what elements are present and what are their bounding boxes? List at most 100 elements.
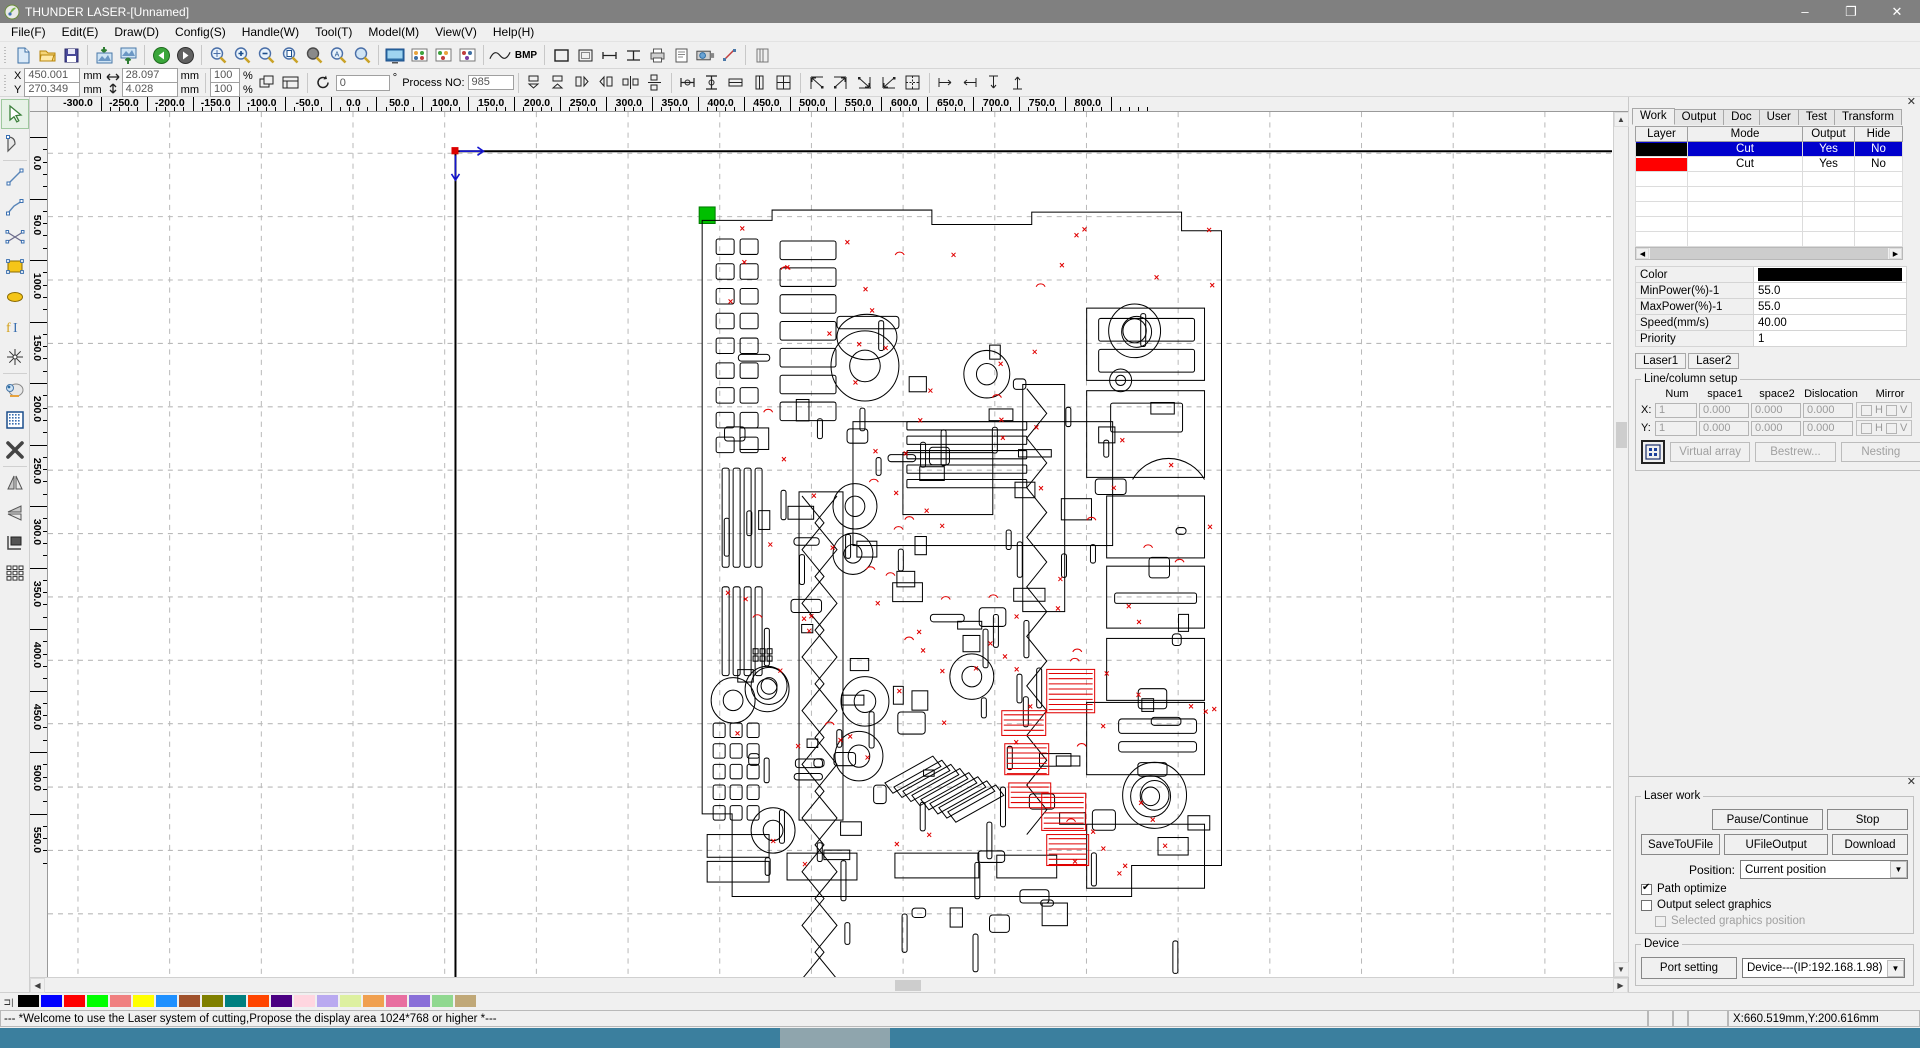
y-input[interactable]: 270.349 — [24, 82, 80, 97]
scroll-right-button[interactable]: ▶ — [1613, 978, 1628, 993]
vector-artwork-red-layer[interactable] — [726, 226, 1216, 875]
y-space1-input[interactable]: 0.000 — [1699, 421, 1749, 436]
redo-icon[interactable] — [173, 44, 197, 67]
align-top-icon[interactable] — [523, 71, 547, 94]
layer-output[interactable] — [1803, 217, 1855, 232]
menu-item-model[interactable]: Model(M) — [360, 23, 427, 41]
palette-color-swatch[interactable] — [270, 994, 293, 1008]
export-image-icon[interactable] — [116, 44, 140, 67]
tab-user[interactable]: User — [1759, 109, 1799, 125]
pause-continue-button[interactable]: Pause/Continue — [1712, 809, 1823, 830]
curve-smooth-icon[interactable] — [488, 44, 512, 67]
vscroll-track[interactable] — [1614, 127, 1629, 962]
prop-value-speed[interactable]: 40.00 — [1754, 315, 1907, 331]
zoom-page-icon[interactable] — [278, 44, 302, 67]
virtual-array-icon[interactable] — [1641, 440, 1665, 464]
vector-artwork[interactable] — [702, 210, 1221, 977]
taskbar-active-window[interactable] — [780, 1028, 890, 1048]
camera-tool[interactable] — [1, 375, 29, 405]
rotate-angle-input[interactable]: 0 — [336, 75, 390, 91]
palette-color-swatch[interactable] — [17, 994, 40, 1008]
curve-tool[interactable] — [1, 222, 29, 252]
prop-row-maxpower[interactable]: MaxPower(%)-1 55.0 — [1636, 299, 1907, 315]
device-select[interactable]: Device---(IP:192.168.1.98) ▼ — [1742, 958, 1905, 978]
dist-vertical-icon[interactable] — [700, 71, 724, 94]
layer-hscrollbar[interactable]: ◀ ▶ — [1635, 247, 1903, 260]
layer-color-swatch[interactable] — [1636, 202, 1688, 217]
palette-color-swatch[interactable] — [247, 994, 270, 1008]
layer-output[interactable]: Yes — [1803, 157, 1855, 172]
virtual-array-button[interactable]: Virtual array — [1670, 442, 1750, 462]
path-optimize-row[interactable]: Path optimize — [1641, 883, 1908, 895]
same-height-icon[interactable] — [748, 71, 772, 94]
zoom-pan-icon[interactable] — [206, 44, 230, 67]
layer-scroll-right[interactable]: ▶ — [1889, 248, 1902, 259]
offset-right-icon[interactable] — [958, 71, 982, 94]
y-num-input[interactable]: 1 — [1655, 421, 1697, 436]
align-center-icon[interactable] — [901, 71, 925, 94]
palette-color-swatch[interactable] — [224, 994, 247, 1008]
layer-color-swatch[interactable] — [1636, 157, 1688, 172]
port-setting-button[interactable]: Port setting — [1641, 957, 1737, 979]
tab-test[interactable]: Test — [1798, 109, 1835, 125]
camera-icon[interactable] — [693, 44, 717, 67]
zoom-selection-icon[interactable] — [302, 44, 326, 67]
palette-color-swatch[interactable] — [339, 994, 362, 1008]
close-x-tool[interactable] — [1, 435, 29, 465]
scroll-up-button[interactable]: ▲ — [1614, 112, 1629, 127]
dist-horizontal-icon[interactable] — [676, 71, 700, 94]
menu-item-config[interactable]: Config(S) — [167, 23, 234, 41]
offset-top-icon[interactable] — [982, 71, 1006, 94]
align-center-h-icon[interactable] — [619, 71, 643, 94]
same-size-icon[interactable] — [772, 71, 796, 94]
same-width-icon[interactable] — [724, 71, 748, 94]
x-num-input[interactable]: 1 — [1655, 403, 1697, 418]
x-space1-input[interactable]: 0.000 — [1699, 403, 1749, 418]
table-row[interactable] — [1636, 187, 1903, 202]
bmp-icon[interactable]: BMP — [512, 44, 540, 67]
maximize-button[interactable]: ❐ — [1828, 0, 1874, 23]
process-no-input[interactable]: 985 — [468, 75, 514, 90]
layer-mode[interactable] — [1688, 217, 1803, 232]
palette-color-swatch[interactable] — [178, 994, 201, 1008]
toolbar-grip[interactable] — [2, 45, 9, 65]
new-file-icon[interactable] — [11, 44, 35, 67]
array-grid-tool[interactable] — [1, 558, 29, 588]
zoom-all-icon[interactable]: A — [326, 44, 350, 67]
color-set-icon[interactable] — [455, 44, 479, 67]
menu-item-tool[interactable]: Tool(T) — [307, 23, 360, 41]
offset-bottom-icon[interactable] — [1006, 71, 1030, 94]
layer-mode[interactable]: Cut — [1688, 142, 1803, 157]
table-row[interactable] — [1636, 217, 1903, 232]
layer-output[interactable] — [1803, 232, 1855, 247]
table-row[interactable] — [1636, 232, 1903, 247]
table-row[interactable]: Cut Yes No — [1636, 142, 1903, 157]
doc-icon[interactable] — [669, 44, 693, 67]
output-select-graphics-checkbox[interactable] — [1641, 900, 1652, 911]
layer-output[interactable] — [1803, 202, 1855, 217]
layer-color-swatch[interactable] — [1636, 187, 1688, 202]
palette-color-swatch[interactable] — [454, 994, 477, 1008]
prop-row-speed[interactable]: Speed(mm/s) 40.00 — [1636, 315, 1907, 331]
y-space2-input[interactable]: 0.000 — [1751, 421, 1801, 436]
chevron-down-icon[interactable]: ▼ — [1890, 861, 1907, 878]
bounding-frame-icon[interactable] — [279, 71, 303, 94]
node-edit-tool[interactable] — [1, 129, 29, 159]
scale-x-input[interactable]: 100 — [210, 68, 240, 83]
measure-width-icon[interactable] — [597, 44, 621, 67]
open-file-icon[interactable] — [35, 44, 59, 67]
zoom-out-icon[interactable] — [254, 44, 278, 67]
layer-hide[interactable] — [1855, 172, 1903, 187]
prop-value-maxpower[interactable]: 55.0 — [1754, 299, 1907, 315]
color-swatch[interactable] — [1758, 268, 1902, 281]
layer-table[interactable]: Layer Mode Output Hide Cut Yes No Cut — [1635, 126, 1903, 247]
layer-output[interactable] — [1803, 172, 1855, 187]
horizontal-scrollbar[interactable]: ◀ ▶ — [30, 977, 1628, 992]
palette-color-swatch[interactable] — [63, 994, 86, 1008]
table-row[interactable]: Cut Yes No — [1636, 157, 1903, 172]
palette-color-swatch[interactable] — [408, 994, 431, 1008]
star-burst-tool[interactable] — [1, 342, 29, 372]
tab-transform[interactable]: Transform — [1834, 109, 1902, 125]
drawing-canvas[interactable] — [48, 112, 1613, 977]
align-corner-tool[interactable] — [1, 528, 29, 558]
